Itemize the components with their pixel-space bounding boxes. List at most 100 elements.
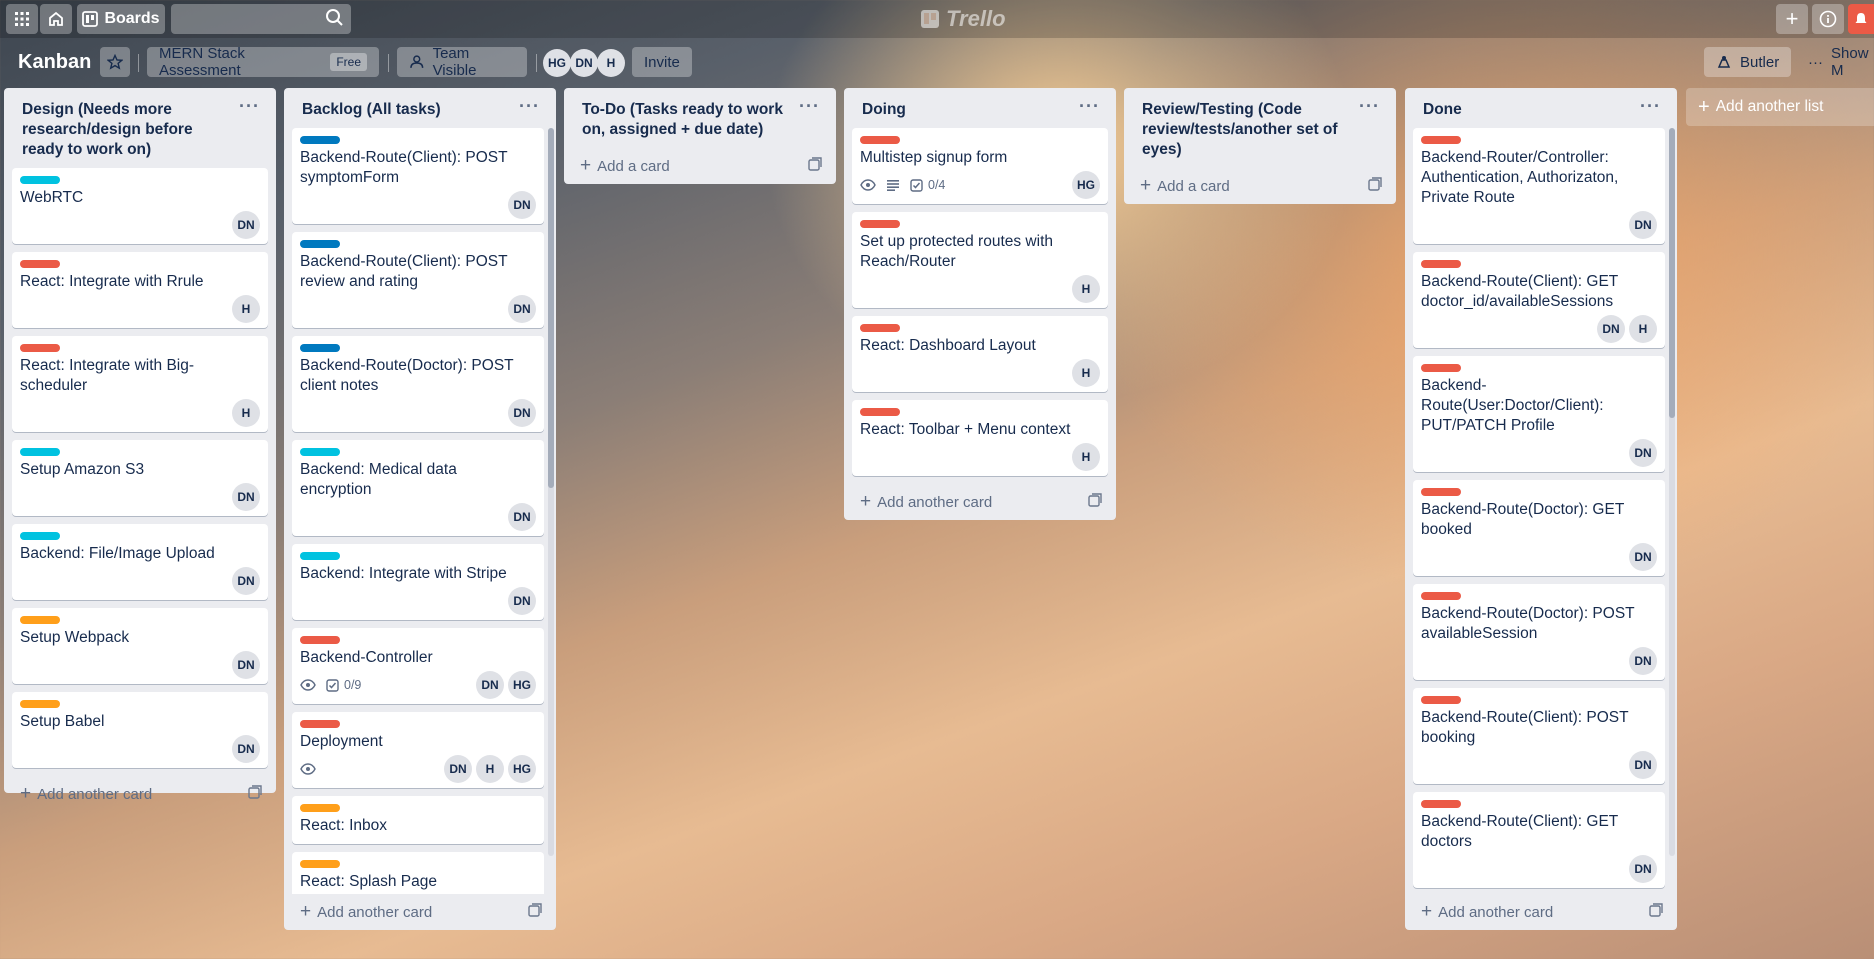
card-label-blue[interactable]: [300, 344, 340, 352]
member-avatar[interactable]: HG: [508, 755, 536, 783]
card-label-red[interactable]: [1421, 260, 1461, 268]
board-title[interactable]: Kanban: [18, 51, 91, 74]
card-label-red[interactable]: [860, 408, 900, 416]
card-label-red[interactable]: [300, 720, 340, 728]
card-label-orange[interactable]: [300, 860, 340, 868]
card-label-orange[interactable]: [20, 616, 60, 624]
card-template-icon[interactable]: [1368, 177, 1382, 195]
list-scrollbar-thumb[interactable]: [548, 128, 554, 488]
card-label-blue[interactable]: [300, 136, 340, 144]
list-header[interactable]: Review/Testing (Code review/tests/anothe…: [1132, 88, 1388, 168]
card[interactable]: Backend-Route(Client): GET doctor_id/ava…: [1413, 252, 1665, 348]
member-avatar[interactable]: DN: [232, 483, 260, 511]
trello-logo[interactable]: Trello: [920, 6, 1006, 32]
card[interactable]: React: Inbox: [292, 796, 544, 844]
list-header[interactable]: Backlog (All tasks) ···: [292, 88, 548, 128]
card[interactable]: Backend-Route(Client): GET doctors DN: [1413, 792, 1665, 888]
card-label-red[interactable]: [1421, 696, 1461, 704]
member-avatar[interactable]: DN: [1597, 315, 1625, 343]
card[interactable]: Backend-Route(User:Doctor/Client): PUT/P…: [1413, 356, 1665, 472]
member-avatar[interactable]: H: [1072, 275, 1100, 303]
card-label-red[interactable]: [860, 324, 900, 332]
member-avatar[interactable]: H: [476, 755, 504, 783]
list-header[interactable]: Doing ···: [852, 88, 1108, 128]
add-card-button[interactable]: + Add another card: [1421, 901, 1553, 923]
card[interactable]: React: Toolbar + Menu context H: [852, 400, 1108, 476]
card[interactable]: Multistep signup form 0/4 HG: [852, 128, 1108, 204]
card-label-orange[interactable]: [20, 700, 60, 708]
member-avatar[interactable]: DN: [1629, 751, 1657, 779]
list-scrollbar[interactable]: [1669, 128, 1675, 856]
card-label-red[interactable]: [1421, 136, 1461, 144]
member-avatar[interactable]: H: [1072, 443, 1100, 471]
card[interactable]: Backend-Route(Client): POST symptomForm D…: [292, 128, 544, 224]
card[interactable]: Backend: Integrate with Stripe DN: [292, 544, 544, 620]
member-avatar[interactable]: DN: [232, 651, 260, 679]
member-avatar[interactable]: DN: [508, 587, 536, 615]
list-title[interactable]: Done: [1423, 101, 1462, 118]
member-avatar[interactable]: DN: [1629, 647, 1657, 675]
card-template-icon[interactable]: [248, 785, 262, 803]
card[interactable]: Backend-Router/Controller: Authenticatio…: [1413, 128, 1665, 244]
home-icon[interactable]: [40, 4, 72, 34]
member-avatar[interactable]: DN: [1629, 543, 1657, 571]
invite-button[interactable]: Invite: [632, 47, 692, 77]
add-card-button[interactable]: + Add a card: [580, 155, 670, 177]
member-avatar[interactable]: H: [1072, 359, 1100, 387]
member-avatar[interactable]: H: [232, 295, 260, 323]
member-avatar[interactable]: DN: [444, 755, 472, 783]
member-avatar[interactable]: DN: [508, 503, 536, 531]
card-label-sky[interactable]: [20, 448, 60, 456]
list-title[interactable]: Doing: [862, 101, 906, 118]
card[interactable]: React: Splash PageHG: [292, 852, 544, 894]
member-avatar[interactable]: HG: [543, 49, 571, 77]
add-list-button[interactable]: + Add another list: [1686, 88, 1874, 126]
card-label-red[interactable]: [1421, 364, 1461, 372]
card-template-icon[interactable]: [528, 903, 542, 921]
member-avatar[interactable]: DN: [232, 211, 260, 239]
list-menu-icon[interactable]: ···: [1359, 96, 1380, 116]
search-icon[interactable]: [325, 8, 345, 33]
list-header[interactable]: Design (Needs more research/design befor…: [12, 88, 268, 168]
info-icon[interactable]: [1812, 4, 1844, 34]
member-avatar[interactable]: DN: [476, 671, 504, 699]
member-avatar[interactable]: DN: [232, 735, 260, 763]
card-label-sky[interactable]: [20, 176, 60, 184]
list-header[interactable]: Done ···: [1413, 88, 1669, 128]
card[interactable]: Backend-Route(Client): POST review and r…: [292, 232, 544, 328]
card-label-red[interactable]: [860, 220, 900, 228]
butler-button[interactable]: Butler: [1704, 47, 1792, 77]
card-label-sky[interactable]: [20, 532, 60, 540]
member-avatar[interactable]: DN: [232, 567, 260, 595]
list-scrollbar-thumb[interactable]: [1669, 128, 1675, 418]
show-menu-button[interactable]: ··· Show M: [1808, 45, 1874, 79]
card[interactable]: Deployment DN H HG: [292, 712, 544, 788]
list-header[interactable]: To-Do (Tasks ready to work on, assigned …: [572, 88, 828, 148]
card[interactable]: React: Integrate with Rrule H: [12, 252, 268, 328]
card[interactable]: Setup Webpack DN: [12, 608, 268, 684]
list-menu-icon[interactable]: ···: [1640, 96, 1661, 116]
add-card-button[interactable]: + Add another card: [300, 901, 432, 923]
card[interactable]: Backend-Controller 0/9 DN HG: [292, 628, 544, 704]
card[interactable]: Backend-Route(Doctor): GET booked DN: [1413, 480, 1665, 576]
card[interactable]: Backend: Medical data encryption DN: [292, 440, 544, 536]
card-label-sky[interactable]: [300, 552, 340, 560]
card[interactable]: React: Integrate with Big-scheduler H: [12, 336, 268, 432]
member-avatar[interactable]: DN: [1629, 439, 1657, 467]
card[interactable]: Backend: File/Image Upload DN: [12, 524, 268, 600]
card-label-red[interactable]: [20, 344, 60, 352]
card-label-red[interactable]: [860, 136, 900, 144]
apps-grid-icon[interactable]: [6, 4, 38, 34]
boards-button[interactable]: Boards: [77, 4, 165, 34]
card[interactable]: React: Dashboard Layout H: [852, 316, 1108, 392]
card-label-red[interactable]: [20, 260, 60, 268]
member-avatar[interactable]: H: [1629, 315, 1657, 343]
member-avatar[interactable]: DN: [508, 399, 536, 427]
add-card-button[interactable]: + Add a card: [1140, 175, 1230, 197]
list-title[interactable]: Design (Needs more research/design befor…: [22, 101, 193, 158]
card[interactable]: Set up protected routes with Reach/Route…: [852, 212, 1108, 308]
card[interactable]: Backend-Route(Client): POST booking DN: [1413, 688, 1665, 784]
list-scrollbar[interactable]: [548, 128, 554, 856]
workspace-button[interactable]: MERN Stack Assessment Free: [147, 45, 379, 79]
member-avatar[interactable]: DN: [1629, 855, 1657, 883]
